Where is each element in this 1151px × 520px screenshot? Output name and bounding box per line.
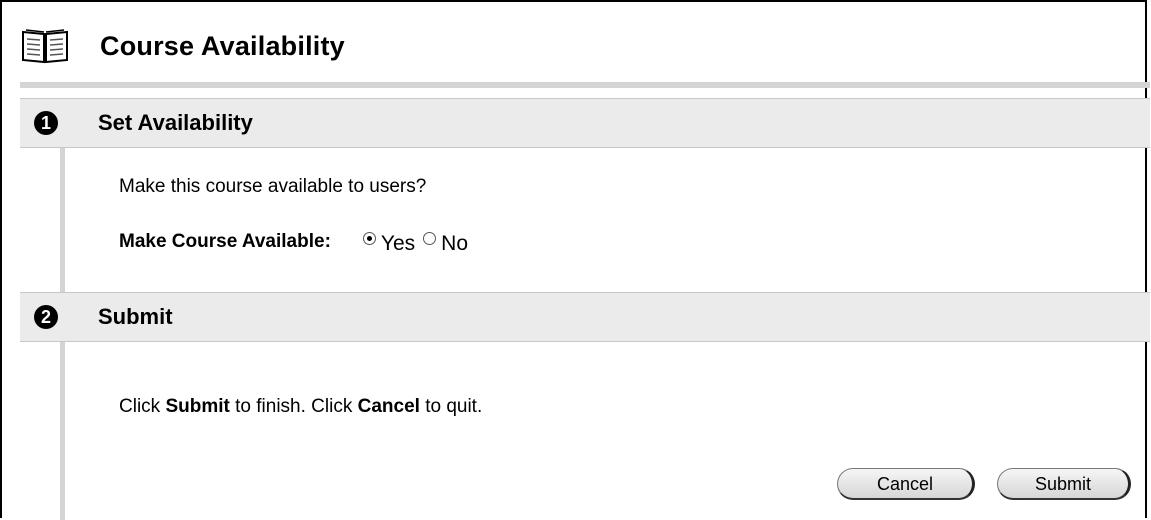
instruction-cancel-word: Cancel [357, 396, 420, 417]
radio-no[interactable] [423, 231, 437, 245]
step-number-badge: 1 [34, 111, 58, 135]
instruction-text: to finish. Click [229, 396, 358, 417]
instruction-text: to quit. [419, 396, 483, 417]
step-title: Set Availability [98, 110, 253, 135]
radio-no-label[interactable]: No [441, 232, 468, 256]
title-divider [20, 82, 1150, 88]
submit-instruction: Click Submit to finish. Click Cancel to … [119, 396, 482, 418]
book-icon [20, 26, 70, 66]
instruction-submit-word: Submit [165, 396, 230, 417]
cancel-button[interactable]: Cancel [837, 468, 975, 500]
make-available-field: Make Course Available: Yes No [119, 230, 476, 256]
page-title: Course Availability [100, 30, 345, 61]
radio-yes-label[interactable]: Yes [381, 232, 415, 256]
radio-yes[interactable] [362, 231, 376, 245]
step-number-badge: 2 [34, 305, 58, 329]
instruction-text: Click [119, 396, 166, 417]
content-frame: Course Availability 1 Set Availability M… [0, 0, 1150, 520]
field-label: Make Course Available: [119, 231, 331, 252]
step-header-set-availability: 1 Set Availability [20, 98, 1150, 148]
submit-button[interactable]: Submit [997, 468, 1131, 500]
step-title: Submit [98, 304, 173, 329]
availability-radio-group: Yes No [362, 230, 476, 256]
step-connector-line [60, 342, 65, 520]
step-connector-line [60, 148, 65, 292]
page-header: Course Availability [20, 22, 345, 70]
availability-question: Make this course available to users? [119, 176, 427, 197]
step-header-submit: 2 Submit [20, 292, 1150, 342]
